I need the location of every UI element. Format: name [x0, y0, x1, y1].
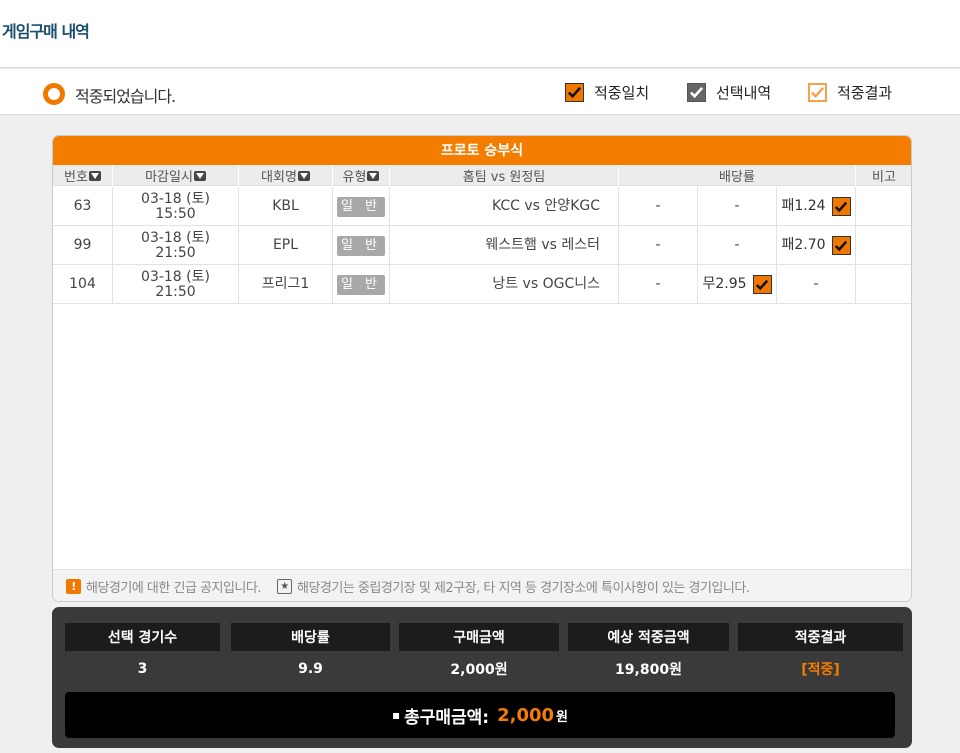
urgent-notice-text: 해당경기에 대한 긴급 공지입니다.: [86, 581, 261, 596]
legend-match: 적중일치: [565, 81, 649, 103]
status-bar: 적중되었습니다. 적중일치 선택내역 적중결과: [0, 69, 960, 115]
status-ring-icon: [43, 83, 65, 105]
row-deadline: 03-18 (토) 21:50: [113, 226, 239, 265]
checkbox-checked-outline-icon: [808, 82, 827, 102]
summary-label-expected: 예상 적중금액: [568, 623, 729, 651]
summary-label-games: 선택 경기수: [65, 623, 220, 651]
summary-value-games: 3: [137, 661, 148, 677]
star-icon: ★: [276, 579, 292, 594]
table-row: 99 03-18 (토) 21:50 EPL 일 반 웨스트햄 vs 레스터 -…: [53, 226, 911, 265]
checkbox-checked-orange-icon: [831, 197, 851, 216]
summary-value-expected: 19,800원: [615, 662, 682, 678]
summary-label-result: 적중결과: [738, 623, 903, 651]
row-deadline: 03-18 (토) 15:50: [113, 187, 239, 226]
header-deadline[interactable]: 마감일시: [113, 165, 239, 186]
checkbox-checked-orange-icon: [831, 236, 851, 255]
row-no: 99: [53, 226, 113, 265]
header-match: 홈팀 vs 원정팀: [390, 165, 619, 186]
checkbox-checked-gray-icon: [687, 82, 706, 102]
legend-select-label: 선택내역: [716, 83, 772, 102]
row-type: 일 반: [333, 226, 390, 265]
game-table-panel: 프로토 승부식 번호 마감일시 대회명 유형 홈팀 vs 원정팀 배당률 비고 …: [52, 135, 912, 602]
row-odds-draw: -: [698, 187, 777, 226]
row-no: 63: [53, 187, 113, 226]
special-notice-text: 해당경기는 중립경기장 및 제2구장, 타 지역 등 경기장소에 특이사항이 있…: [296, 581, 750, 596]
header-odds: 배당률: [619, 165, 856, 186]
sort-down-icon[interactable]: [367, 170, 380, 181]
row-league: 프리그1: [239, 265, 333, 304]
sort-down-icon[interactable]: [88, 170, 101, 181]
summary-label-odds: 배당률: [231, 623, 390, 651]
total-label: 총구매금액:: [404, 707, 490, 728]
checkbox-checked-orange-icon: [565, 82, 584, 102]
table-header: 번호 마감일시 대회명 유형 홈팀 vs 원정팀 배당률 비고: [53, 165, 911, 186]
row-league: KBL: [239, 187, 333, 226]
row-odds-draw[interactable]: 무2.95: [698, 265, 777, 304]
row-odds-win: -: [619, 187, 698, 226]
purchase-summary: 선택 경기수 배당률 구매금액 예상 적중금액 적중결과 3 9.9 2,000…: [52, 607, 912, 748]
notice-bar: ! 해당경기에 대한 긴급 공지입니다. ★ 해당경기는 중립경기장 및 제2구…: [53, 569, 911, 601]
header-note: 비고: [856, 165, 911, 186]
row-type: 일 반: [333, 187, 390, 226]
page-title: 게임구매 내역: [2, 22, 90, 41]
total-purchase-bar: ▪ 총구매금액: 2,000 원: [65, 692, 895, 738]
row-deadline: 03-18 (토) 21:50: [113, 265, 239, 304]
row-match: 낭트 vs OGC니스: [390, 265, 619, 304]
legend-result-label: 적중결과: [837, 83, 893, 102]
type-badge: 일 반: [337, 196, 385, 217]
row-odds-lose[interactable]: 패1.24: [777, 187, 856, 226]
sort-down-icon[interactable]: [297, 170, 310, 181]
bullet-icon: ▪: [391, 708, 401, 722]
row-odds-lose[interactable]: 패2.70: [777, 226, 856, 265]
summary-label-amount: 구매금액: [399, 623, 559, 651]
row-odds-win: -: [619, 226, 698, 265]
type-badge: 일 반: [337, 274, 385, 295]
row-league: EPL: [239, 226, 333, 265]
row-odds-draw: -: [698, 226, 777, 265]
row-odds-win: -: [619, 265, 698, 304]
summary-value-amount: 2,000원: [450, 662, 508, 678]
total-unit: 원: [556, 709, 569, 725]
table-row: 104 03-18 (토) 21:50 프리그1 일 반 낭트 vs OGC니스…: [53, 265, 911, 304]
row-note: [856, 265, 911, 304]
type-badge: 일 반: [337, 235, 385, 256]
row-match: KCC vs 안양KGC: [390, 187, 619, 226]
summary-value-result: [적중]: [801, 662, 840, 678]
table-title: 프로토 승부식: [53, 136, 911, 165]
legend-select: 선택내역: [687, 81, 771, 103]
legend-result: 적중결과: [808, 81, 892, 103]
table-row: 63 03-18 (토) 15:50 KBL 일 반 KCC vs 안양KGC …: [53, 187, 911, 226]
summary-value-odds: 9.9: [298, 661, 323, 677]
row-odds-lose: -: [777, 265, 856, 304]
sort-down-icon[interactable]: [193, 170, 206, 181]
header-type[interactable]: 유형: [333, 165, 390, 186]
header-no[interactable]: 번호: [53, 165, 113, 186]
top-header: 게임구매 내역: [0, 0, 960, 68]
header-league[interactable]: 대회명: [239, 165, 333, 186]
total-amount: 2,000: [497, 704, 555, 726]
row-note: [856, 187, 911, 226]
checkbox-checked-orange-icon: [752, 275, 772, 294]
row-type: 일 반: [333, 265, 390, 304]
row-note: [856, 226, 911, 265]
warning-icon: !: [66, 579, 81, 594]
row-no: 104: [53, 265, 113, 304]
status-message: 적중되었습니다.: [75, 87, 176, 106]
legend-match-label: 적중일치: [594, 83, 650, 102]
row-match: 웨스트햄 vs 레스터: [390, 226, 619, 265]
